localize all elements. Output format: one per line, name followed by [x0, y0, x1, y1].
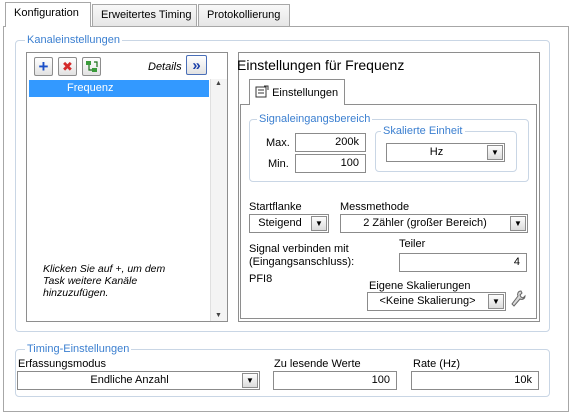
tab-protokollierung[interactable]: Protokollierung — [198, 4, 290, 26]
custom-scaling-label: Eigene Skalierungen — [369, 280, 471, 292]
start-edge-select[interactable]: Steigend ▼ — [249, 214, 329, 233]
chevron-down-icon[interactable]: ▼ — [311, 216, 327, 231]
scaled-unit-select[interactable]: Hz ▼ — [386, 143, 505, 162]
channel-tool-button[interactable] — [82, 57, 101, 76]
samples-label: Zu lesende Werte — [274, 358, 361, 370]
acquisition-mode-label: Erfassungsmodus — [18, 358, 107, 370]
tab-einstellungen-label: Einstellungen — [272, 87, 339, 99]
measure-method-value: 2 Zähler (großer Bereich) — [363, 217, 487, 229]
signal-range-title: Signaleingangsbereich — [257, 113, 373, 125]
divisor-input[interactable]: 4 — [399, 253, 527, 272]
tab-einstellungen[interactable]: Einstellungen — [249, 79, 345, 105]
divisor-label: Teiler — [399, 238, 426, 250]
rate-label: Rate (Hz) — [413, 358, 461, 370]
timing-settings-title: Timing-Einstellungen — [25, 343, 132, 355]
channel-settings-title: Kanaleinstellungen — [25, 34, 122, 46]
connect-signal-label: Signal verbinden mit — [249, 243, 349, 255]
tab-konfiguration[interactable]: Konfiguration — [5, 2, 91, 27]
frequency-settings-title: Einstellungen für Frequenz — [237, 57, 405, 73]
channel-list-scrollbar[interactable]: ▲ ▼ — [210, 79, 227, 321]
samples-input[interactable]: 100 — [273, 371, 397, 390]
settings-sheet-icon — [255, 85, 269, 98]
scaled-unit-title: Skalierte Einheit — [381, 125, 465, 137]
details-button[interactable]: » — [186, 55, 207, 75]
channel-list-panel: + ✖ Details » Frequenz ▲ ▼ Klicken Sie a… — [26, 52, 228, 322]
custom-scaling-select[interactable]: <Keine Skalierung> ▼ — [367, 292, 506, 311]
channel-list-item[interactable]: Frequenz — [29, 80, 209, 97]
rate-input[interactable]: 10k — [411, 371, 539, 390]
chevron-down-icon[interactable]: ▼ — [487, 145, 503, 160]
wrench-icon — [511, 290, 526, 307]
acquisition-mode-value: Endliche Anzahl — [90, 374, 169, 386]
measure-method-select[interactable]: 2 Zähler (großer Bereich) ▼ — [340, 214, 528, 233]
connect-signal-label-2: (Eingangsanschluss): — [249, 256, 355, 268]
scaling-tool-button[interactable] — [510, 289, 528, 312]
plus-icon: + — [38, 57, 49, 76]
details-label: Details — [148, 61, 182, 73]
min-label: Min. — [268, 158, 289, 170]
start-edge-value: Steigend — [258, 217, 302, 229]
add-channel-button[interactable]: + — [34, 57, 53, 76]
scroll-up-icon[interactable]: ▲ — [215, 80, 222, 87]
acquisition-mode-select[interactable]: Endliche Anzahl ▼ — [17, 371, 260, 390]
scaled-unit-value: Hz — [429, 146, 444, 158]
terminal-value: PFI8 — [249, 273, 273, 285]
min-input[interactable]: 100 — [295, 154, 366, 173]
delete-icon: ✖ — [62, 58, 73, 74]
remove-channel-button[interactable]: ✖ — [58, 57, 77, 76]
wiring-icon — [86, 61, 98, 72]
double-chevron-right-icon: » — [192, 56, 201, 74]
chevron-down-icon[interactable]: ▼ — [510, 216, 526, 231]
max-input[interactable]: 200k — [295, 133, 366, 152]
add-channel-hint: Klicken Sie auf +, um dem Task weitere K… — [43, 263, 166, 299]
measure-method-label: Messmethode — [340, 201, 410, 213]
chevron-down-icon[interactable]: ▼ — [242, 373, 258, 388]
max-label: Max. — [266, 137, 290, 149]
scroll-down-icon[interactable]: ▼ — [215, 312, 222, 319]
start-edge-label: Startflanke — [249, 201, 302, 213]
tab-erweitertes-timing[interactable]: Erweitertes Timing — [92, 4, 197, 26]
custom-scaling-value: <Keine Skalierung> — [379, 295, 476, 307]
chevron-down-icon[interactable]: ▼ — [488, 294, 504, 309]
